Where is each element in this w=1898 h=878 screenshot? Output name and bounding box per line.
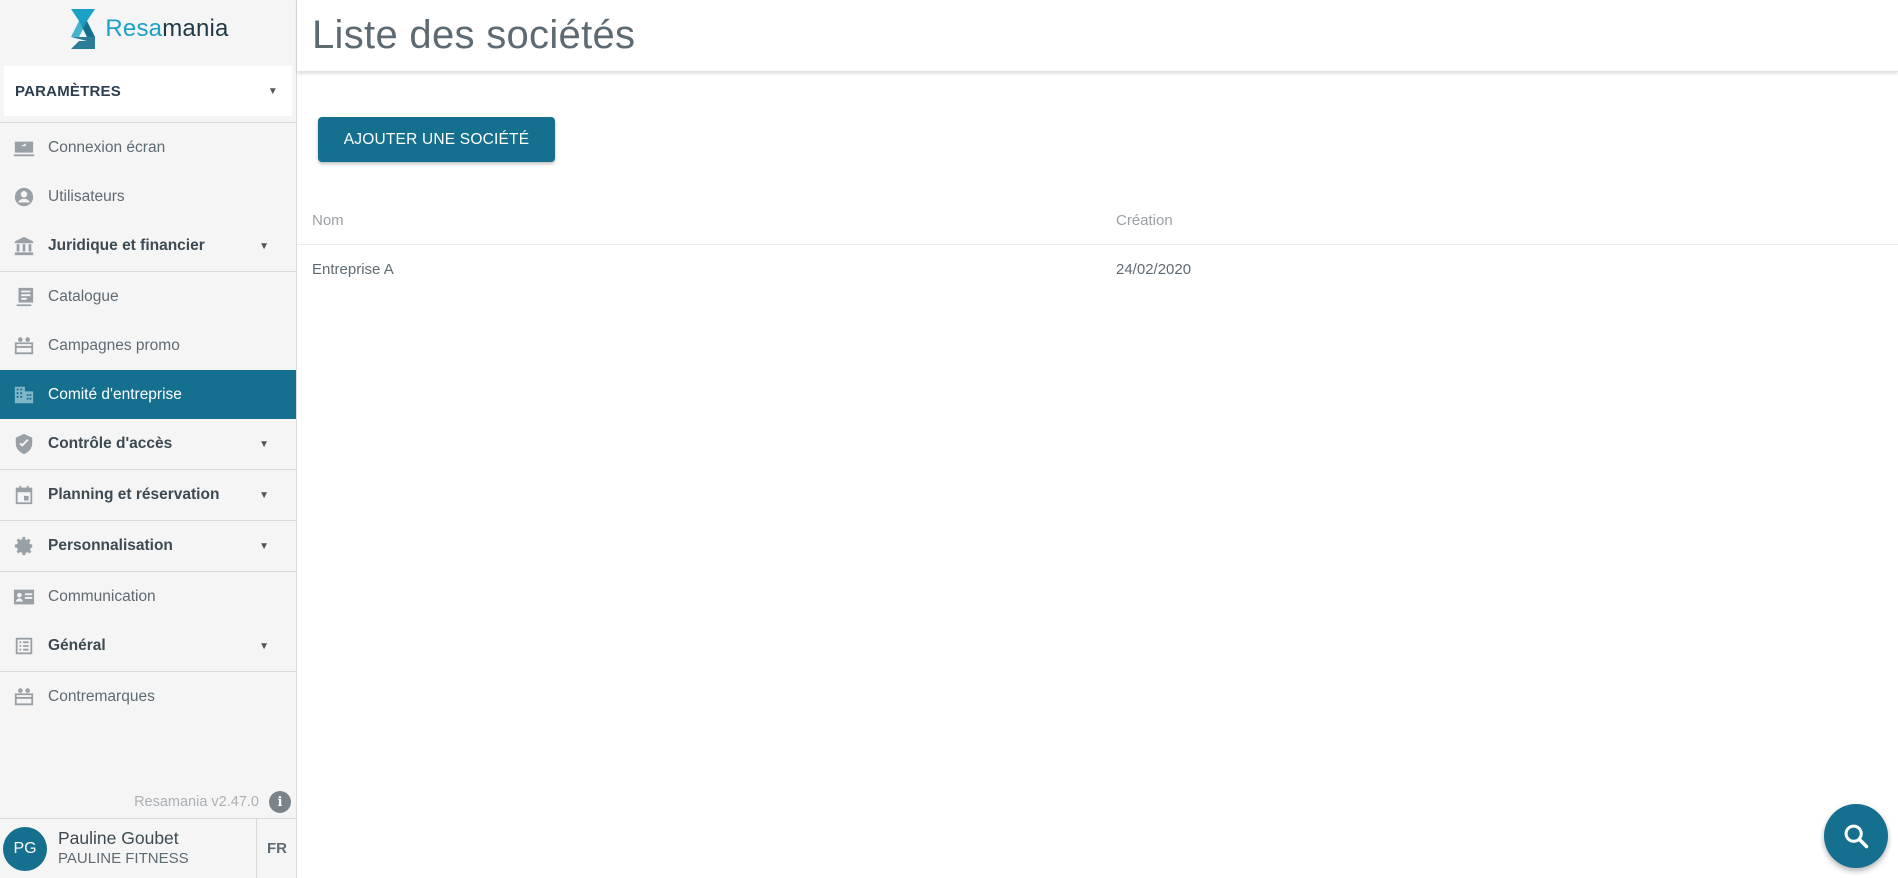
sidebar-item-label: Utilisateurs	[48, 187, 125, 205]
resamania-logo-icon	[71, 9, 96, 49]
sidebar-item-gift-card[interactable]: Campagnes promo	[0, 321, 296, 370]
sidebar-item-user-circle[interactable]: Utilisateurs	[0, 172, 296, 221]
search-icon	[1844, 824, 1869, 849]
catalog-icon	[0, 286, 48, 308]
sidebar-item-building[interactable]: Comité d'entreprise	[0, 370, 296, 419]
building-icon	[0, 384, 48, 406]
sidebar-item-calendar[interactable]: Planning et réservation ▼	[0, 470, 296, 521]
contact-card-icon	[0, 586, 48, 608]
caret-down-icon: ▼	[259, 438, 269, 450]
user-organization: PAULINE FITNESS	[58, 850, 189, 868]
bank-icon	[0, 235, 48, 257]
sidebar-item-label: Communication	[48, 587, 156, 605]
caret-down-icon: ▼	[259, 640, 269, 652]
sidebar-item-label: Campagnes promo	[48, 336, 180, 354]
caret-down-icon: ▼	[259, 240, 269, 252]
sidebar-item-label: Planning et réservation	[48, 486, 220, 503]
sidebar-item-label: Contremarques	[48, 687, 155, 705]
sidebar-item-label: Contrôle d'accès	[48, 435, 173, 452]
sidebar-item-screen-share[interactable]: Connexion écran	[0, 123, 296, 172]
sidebar-item-gear[interactable]: Personnalisation ▼	[0, 521, 296, 572]
cell-creation-date: 24/02/2020	[1116, 261, 1192, 278]
table-row[interactable]: Entreprise A 24/02/2020	[297, 245, 1898, 294]
calendar-icon	[0, 484, 48, 506]
sidebar-item-label: Juridique et financier	[48, 237, 205, 254]
brand-name: Resamania	[105, 15, 229, 42]
caret-down-icon: ▼	[259, 540, 269, 552]
brand-logo[interactable]: Resamania	[0, 0, 296, 58]
gift-card-icon	[0, 335, 48, 357]
app-root: Resamania PARAMÈTRES ▼ Connexion écran Ut…	[0, 0, 1898, 878]
page-title: Liste des sociétés	[312, 13, 636, 57]
caret-down-icon: ▼	[259, 489, 269, 501]
sidebar-menu: Connexion écran Utilisateurs Juridique et …	[0, 122, 296, 721]
gift-card-icon	[0, 686, 48, 708]
column-header-creation[interactable]: Création	[1116, 212, 1173, 229]
page-header: Liste des sociétés	[297, 0, 1898, 72]
list-icon	[0, 635, 48, 657]
user-bar: PG Pauline Goubet PAULINE FITNESS FR	[0, 818, 297, 878]
sidebar-item-list[interactable]: Général ▼	[0, 621, 296, 672]
user-info[interactable]: Pauline Goubet PAULINE FITNESS	[58, 828, 256, 869]
user-name: Pauline Goubet	[58, 828, 179, 849]
sidebar-item-gift-card[interactable]: Contremarques	[0, 672, 296, 721]
avatar[interactable]: PG	[3, 826, 47, 871]
sidebar-item-label: Catalogue	[48, 287, 119, 305]
section-select[interactable]: PARAMÈTRES ▼	[4, 66, 292, 116]
info-icon[interactable]: i	[269, 791, 291, 813]
sidebar-item-label: Personnalisation	[48, 537, 173, 554]
search-fab-button[interactable]	[1824, 804, 1888, 868]
screen-share-icon	[0, 137, 48, 159]
companies-table: Nom Création Entreprise A 24/02/2020	[297, 196, 1898, 294]
column-header-name[interactable]: Nom	[312, 212, 344, 229]
shield-check-icon	[0, 433, 48, 455]
sidebar-item-label: Général	[48, 637, 106, 654]
gear-icon	[0, 535, 48, 557]
sidebar-item-shield-check[interactable]: Contrôle d'accès ▼	[0, 419, 296, 470]
sidebar-item-bank[interactable]: Juridique et financier ▼	[0, 221, 296, 272]
caret-down-icon: ▼	[267, 85, 278, 97]
sidebar-item-label: Connexion écran	[48, 138, 166, 156]
add-company-button[interactable]: AJOUTER UNE SOCIÉTÉ	[318, 117, 555, 162]
section-select-value: PARAMÈTRES	[15, 82, 121, 100]
main-content: Liste des sociétés AJOUTER UNE SOCIÉTÉ N…	[297, 0, 1898, 878]
table-header-row: Nom Création	[297, 196, 1898, 245]
app-version: Resamania v2.47.0 i	[134, 791, 291, 813]
sidebar-item-contact-card[interactable]: Communication	[0, 572, 296, 621]
language-switcher[interactable]: FR	[256, 819, 297, 878]
user-circle-icon	[0, 186, 48, 208]
version-text: Resamania v2.47.0	[134, 794, 259, 810]
sidebar-item-catalog[interactable]: Catalogue	[0, 272, 296, 321]
cell-name: Entreprise A	[312, 261, 394, 278]
sidebar-item-label: Comité d'entreprise	[48, 385, 182, 403]
sidebar: Resamania PARAMÈTRES ▼ Connexion écran Ut…	[0, 0, 297, 878]
